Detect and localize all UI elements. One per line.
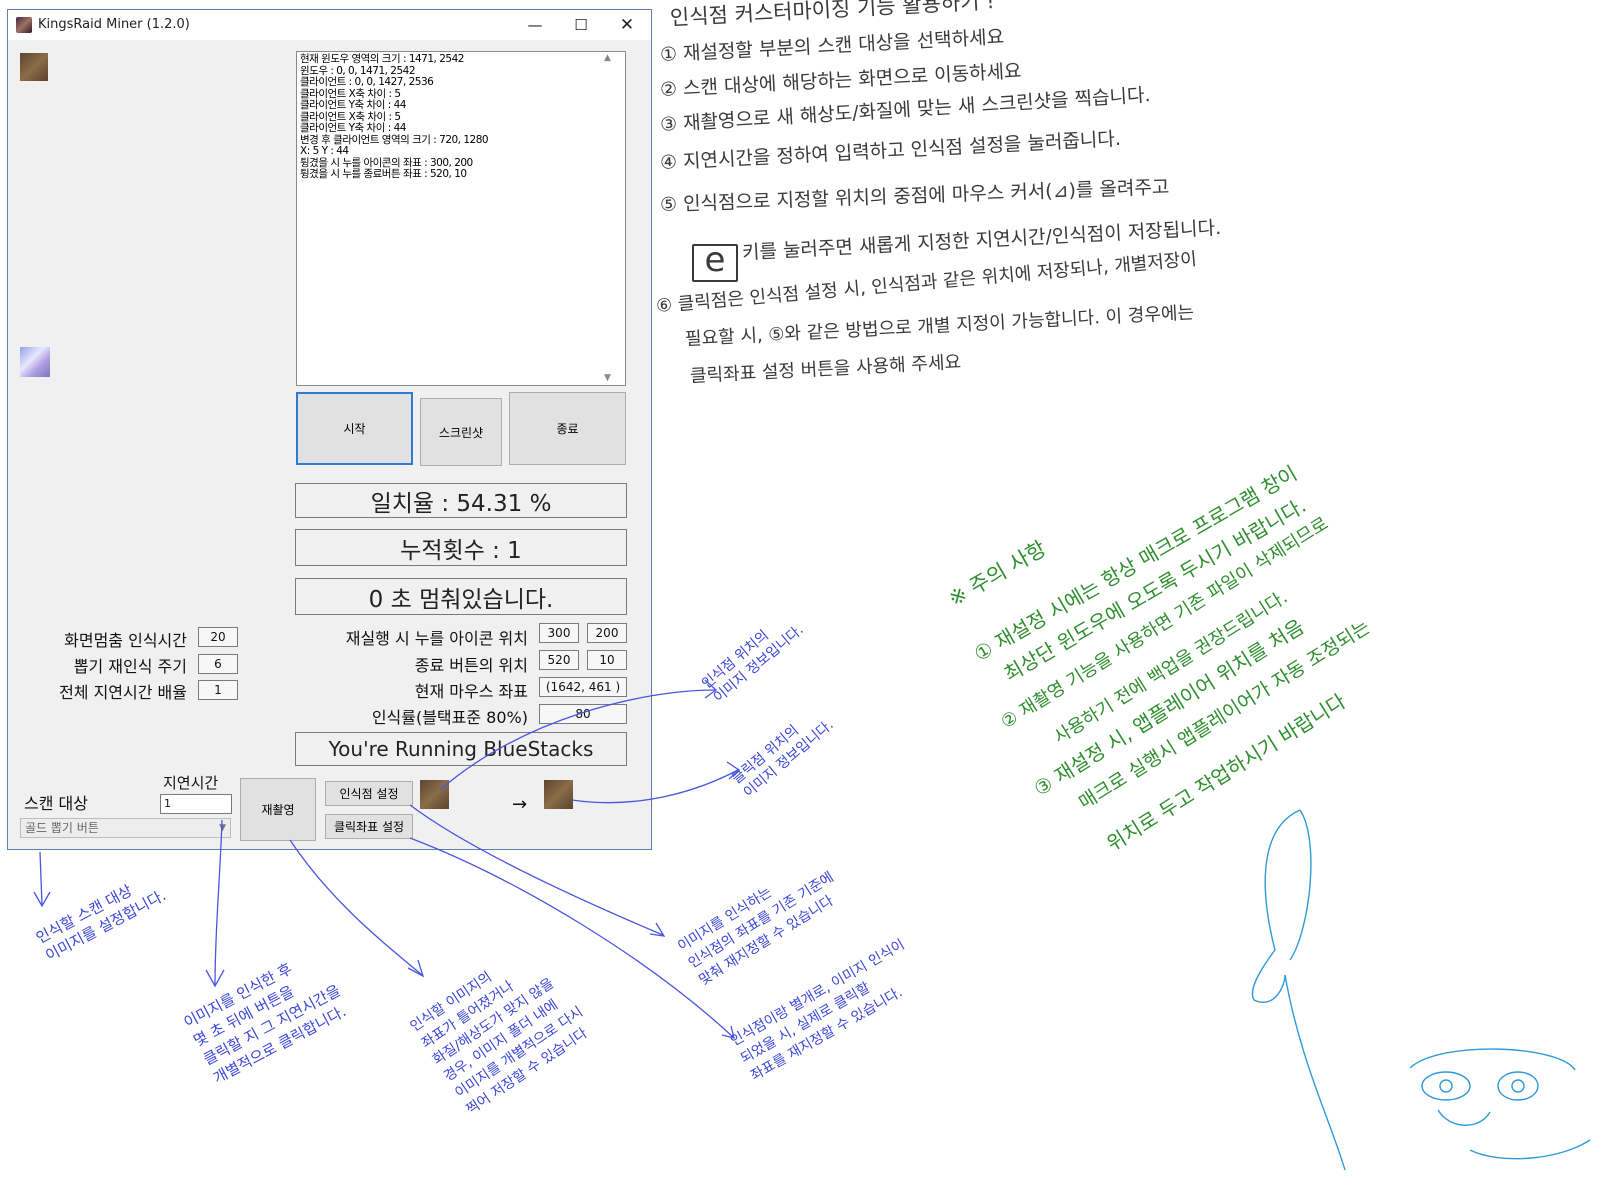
arrow-rec-button xyxy=(409,804,664,936)
doodle-face xyxy=(1437,1109,1491,1126)
arrow-click-image xyxy=(571,769,739,804)
doodle-face xyxy=(1469,1139,1591,1160)
doodle-eye xyxy=(1421,1071,1471,1101)
doodle-face xyxy=(1251,809,1346,1171)
arrow-delay xyxy=(214,819,223,986)
arrow-rec-image-head xyxy=(704,679,718,699)
doodle-eye xyxy=(1511,1079,1525,1093)
arrow-reshoot xyxy=(289,839,423,976)
doodle-eye xyxy=(1497,1071,1539,1101)
doodle-face xyxy=(1409,1048,1576,1071)
arrow-rec-image xyxy=(439,689,716,791)
doodle-face xyxy=(1289,809,1312,961)
annotation-arrows xyxy=(33,679,1591,1171)
arrow-click-button xyxy=(409,837,734,1038)
arrow-scan-target xyxy=(39,851,43,906)
doodle-eye xyxy=(1439,1079,1453,1093)
